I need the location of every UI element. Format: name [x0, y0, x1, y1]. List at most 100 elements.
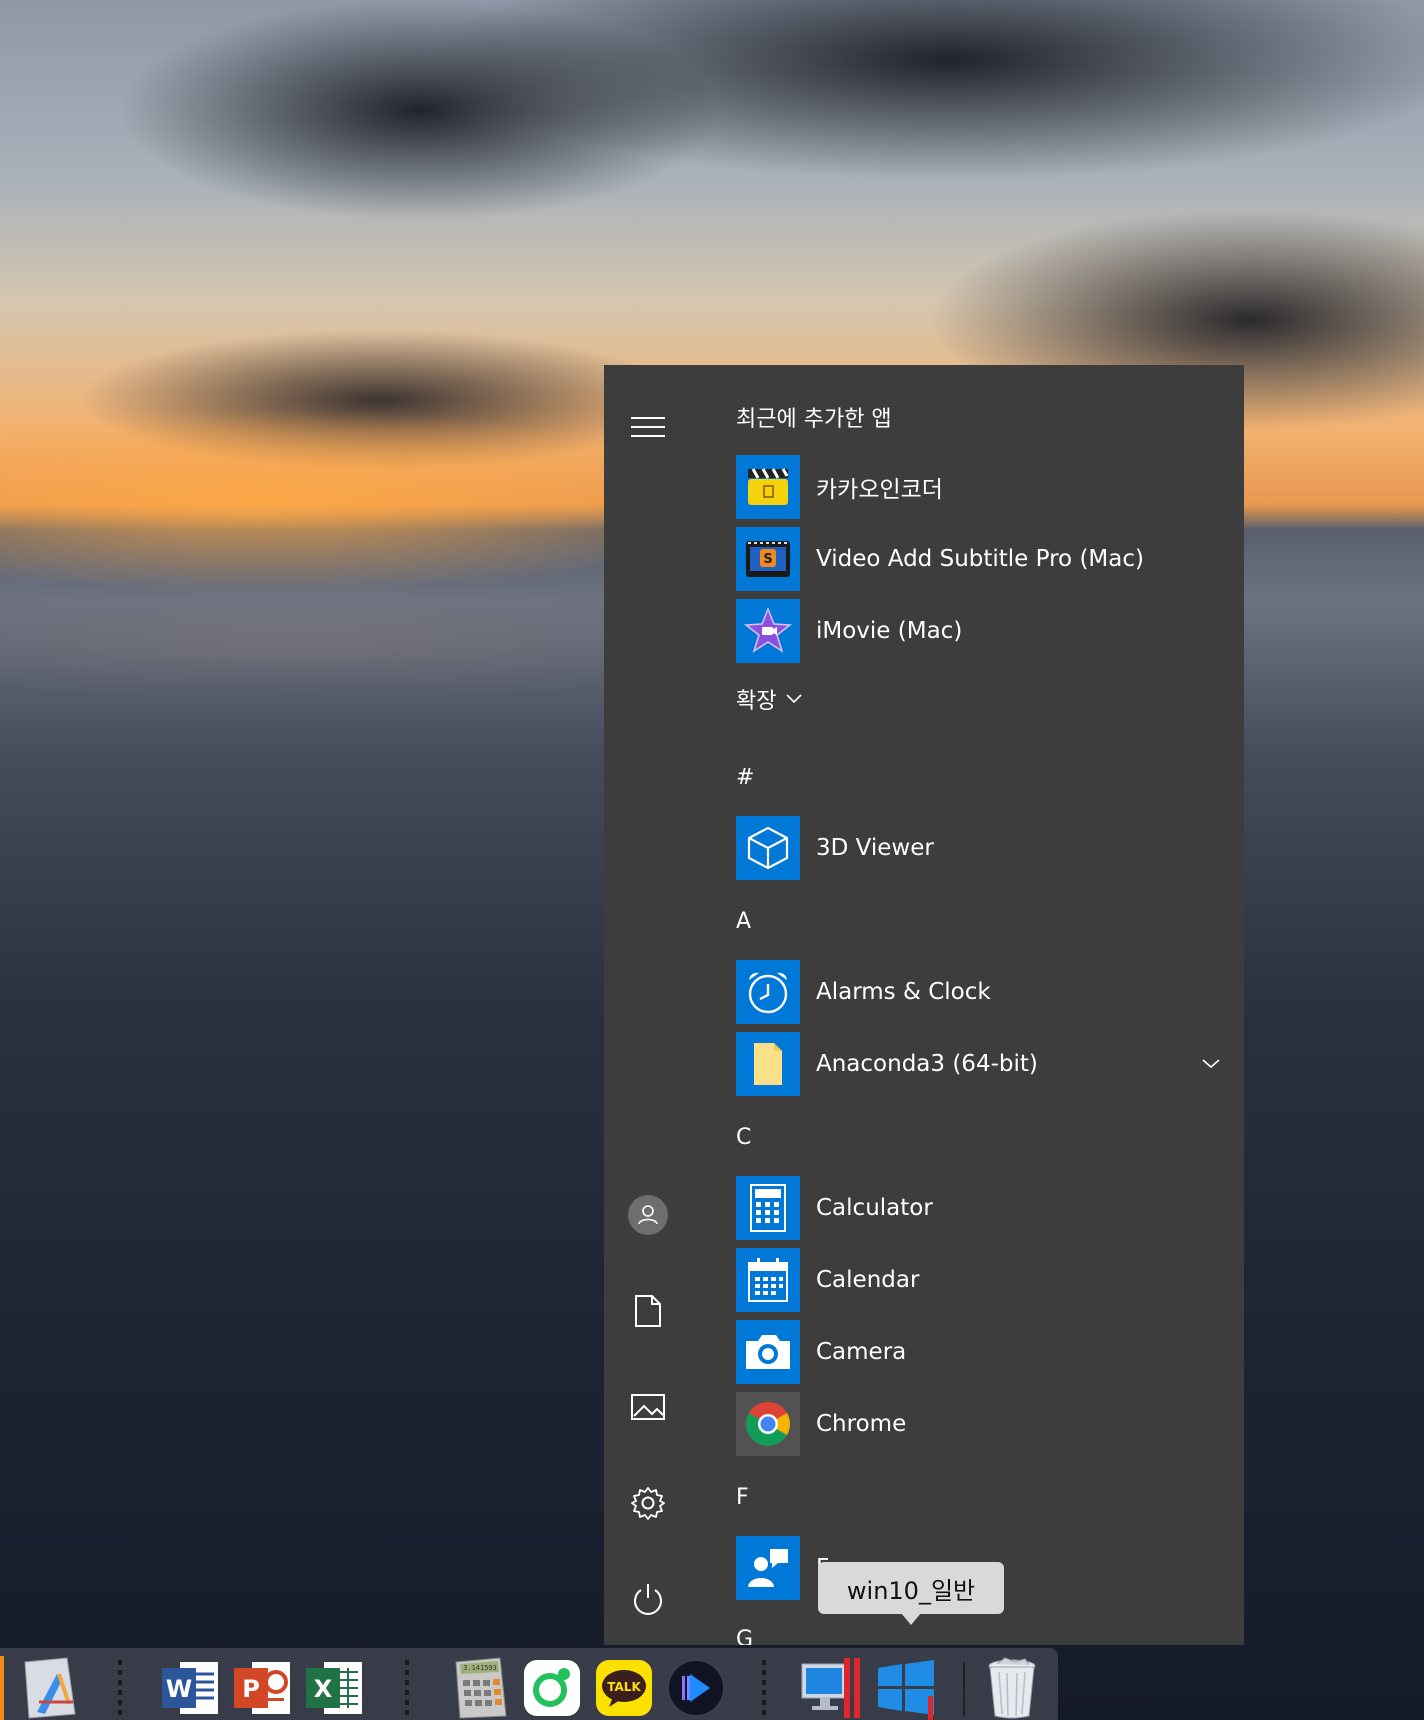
camera-icon [746, 1335, 790, 1369]
dock-separator [118, 1660, 122, 1720]
app-item-anaconda[interactable]: Anaconda3 (64-bit) [736, 1032, 1220, 1096]
documents-button[interactable] [624, 1287, 672, 1335]
dock-item-line[interactable] [520, 1656, 584, 1720]
dock-divider [963, 1662, 965, 1716]
app-label: Calendar [816, 1267, 920, 1293]
dock-item-xcode[interactable] [18, 1656, 82, 1720]
feedback-hub-icon [748, 1549, 788, 1587]
xcode-icon [24, 1657, 76, 1719]
dock-item-windows-10[interactable] [874, 1656, 938, 1720]
dock-item-calculator[interactable]: 3.141593 [448, 1656, 512, 1720]
app-item-chrome[interactable]: Chrome [736, 1392, 1216, 1456]
app-label: Camera [816, 1339, 907, 1365]
dock-item-kakaotalk[interactable]: TALK [592, 1656, 656, 1720]
menu-icon [631, 417, 665, 437]
dock-tooltip: win10_일반 [818, 1562, 1004, 1614]
user-account-button[interactable] [624, 1191, 672, 1239]
app-tile [736, 1536, 800, 1600]
app-item-calculator[interactable]: Calculator [736, 1176, 1216, 1240]
settings-button[interactable] [624, 1479, 672, 1527]
kakaotalk-badge: TALK [607, 1680, 641, 1694]
calc-display: 3.141593 [463, 1664, 497, 1672]
play-icon [667, 1659, 725, 1717]
app-label: Video Add Subtitle Pro (Mac) [816, 546, 1144, 572]
section-header-a[interactable]: A [736, 909, 751, 934]
section-header-f[interactable]: F [736, 1485, 749, 1510]
app-tile [736, 455, 800, 519]
app-tile [736, 1320, 800, 1384]
app-item-video-add-subtitle[interactable]: S Video Add Subtitle Pro (Mac) [736, 527, 1216, 591]
app-label: 카카오인코더 [816, 477, 943, 503]
app-tile [736, 1392, 800, 1456]
kakaotalk-icon: TALK [596, 1660, 652, 1716]
user-icon [628, 1195, 668, 1235]
pictures-button[interactable] [624, 1383, 672, 1431]
expand-button[interactable]: 확장 [736, 683, 803, 715]
app-item-alarms-clock[interactable]: Alarms & Clock [736, 960, 1216, 1024]
app-item-imovie[interactable]: iMovie (Mac) [736, 599, 1216, 663]
app-label: Alarms & Clock [816, 979, 991, 1005]
app-tile: S [736, 527, 800, 591]
folder-icon [754, 1043, 782, 1085]
imovie-star-icon [743, 606, 793, 653]
settings-icon [631, 1487, 665, 1520]
section-header-g[interactable]: G [736, 1627, 753, 1645]
app-label: Calculator [816, 1195, 933, 1221]
chrome-icon [746, 1402, 790, 1446]
svg-text:S: S [763, 552, 772, 567]
app-tile [736, 1248, 800, 1312]
dock-item-player[interactable] [664, 1656, 728, 1720]
dock-item-word[interactable]: W [158, 1656, 222, 1720]
dock-separator [405, 1660, 409, 1720]
app-tile [736, 599, 800, 663]
section-header-c[interactable]: C [736, 1125, 751, 1150]
app-label: Anaconda3 (64-bit) [816, 1051, 1038, 1077]
chevron-down-icon [786, 694, 803, 704]
app-tile [736, 816, 800, 880]
app-list: 최근에 추가한 앱 카카오인코더 S Video Add Subtitle Pr… [732, 365, 1232, 1645]
app-item-kakao-encoder[interactable]: 카카오인코더 [736, 455, 1216, 519]
app-tile [736, 1032, 800, 1096]
section-header-hash[interactable]: # [736, 765, 754, 790]
word-icon: W [162, 1662, 218, 1714]
app-item-calendar[interactable]: Calendar [736, 1248, 1216, 1312]
clapperboard-icon [748, 468, 789, 505]
trash-icon [988, 1657, 1036, 1719]
dock-item-powerpoint[interactable]: P [230, 1656, 294, 1720]
dock-item-excel[interactable]: X [302, 1656, 366, 1720]
windows-logo-icon [878, 1660, 934, 1720]
dock-separator [762, 1660, 766, 1720]
powerpoint-icon: P [234, 1662, 290, 1714]
hamburger-menu-button[interactable] [624, 403, 672, 451]
dock: W P X 3.141593 TALK [0, 1648, 1058, 1720]
pictures-icon [631, 1394, 665, 1420]
app-item-3d-viewer[interactable]: 3D Viewer [736, 816, 1216, 880]
calculator-app-icon: 3.141593 [455, 1657, 507, 1719]
document-icon [635, 1295, 661, 1327]
svg-text:P: P [242, 1675, 260, 1703]
expand-label: 확장 [736, 689, 777, 714]
alarm-clock-icon [748, 972, 788, 1014]
power-icon [634, 1584, 662, 1615]
dock-edge-indicator [0, 1656, 4, 1720]
parallels-icon [801, 1658, 860, 1718]
calendar-icon [748, 1258, 788, 1302]
app-label: Chrome [816, 1411, 907, 1437]
recently-added-header: 최근에 추가한 앱 [736, 407, 892, 432]
app-tile [736, 1176, 800, 1240]
svg-text:W: W [166, 1675, 192, 1703]
app-item-camera[interactable]: Camera [736, 1320, 1216, 1384]
line-messenger-icon [524, 1660, 580, 1716]
start-menu: 최근에 추가한 앱 카카오인코더 S Video Add Subtitle Pr… [604, 365, 1244, 1645]
app-tile [736, 960, 800, 1024]
chevron-down-icon[interactable] [1202, 1059, 1220, 1069]
cube-icon [747, 826, 789, 870]
calculator-icon [750, 1184, 786, 1232]
svg-text:X: X [314, 1675, 333, 1703]
tooltip-arrow [901, 1613, 921, 1625]
excel-icon: X [306, 1662, 362, 1714]
dock-item-trash[interactable] [980, 1656, 1044, 1720]
power-button[interactable] [624, 1575, 672, 1623]
dock-item-parallels[interactable] [800, 1656, 864, 1720]
app-label: iMovie (Mac) [816, 618, 963, 644]
